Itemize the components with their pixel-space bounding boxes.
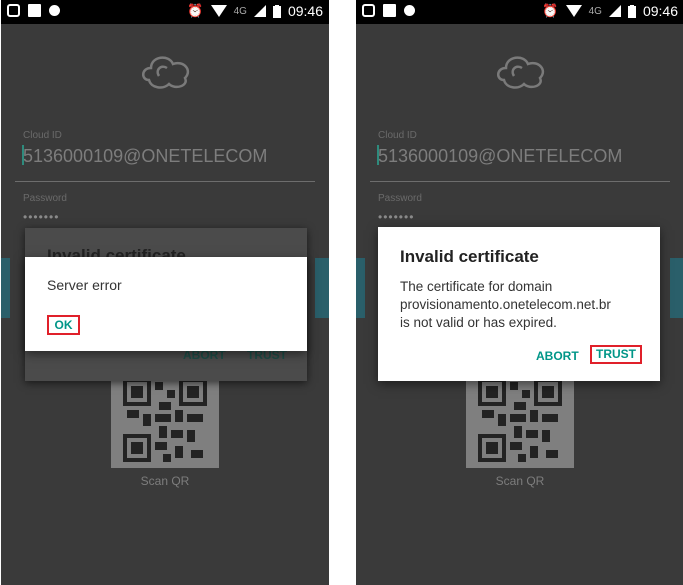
dialog-message: The certificate for domain provisionamen… bbox=[400, 278, 655, 332]
abort-button[interactable]: ABORT bbox=[536, 349, 579, 363]
scan-qr-button[interactable] bbox=[111, 372, 219, 468]
dialog-message-line: is not valid or has expired. bbox=[400, 315, 557, 330]
cloud-id-underline bbox=[370, 181, 670, 182]
signal-icon bbox=[253, 5, 266, 17]
password-field[interactable]: ••••••• bbox=[378, 210, 414, 224]
password-label: Password bbox=[23, 193, 67, 204]
image-icon bbox=[28, 4, 41, 17]
invalid-certificate-dialog: Invalid certificate The certificate for … bbox=[378, 227, 660, 381]
network-type: 4G bbox=[233, 5, 247, 17]
trust-button[interactable]: TRUST bbox=[590, 345, 642, 364]
alarm-icon: ⏰ bbox=[187, 3, 204, 18]
notification-dot-icon bbox=[404, 5, 415, 16]
signal-icon bbox=[608, 5, 621, 17]
scan-qr-button[interactable] bbox=[466, 372, 574, 468]
alarm-icon: ⏰ bbox=[542, 3, 559, 18]
scan-qr-label: Scan QR bbox=[495, 474, 545, 488]
battery-icon bbox=[272, 4, 281, 18]
login-button-edge bbox=[670, 258, 683, 318]
network-type: 4G bbox=[588, 5, 602, 17]
dialog-message-line: provisionamento.onetelecom.net.br bbox=[400, 297, 611, 312]
login-button-edge bbox=[315, 258, 329, 318]
app-logo-icon bbox=[497, 56, 545, 89]
cloud-id-field[interactable]: 5136000109@ONETELECOM bbox=[23, 146, 267, 167]
cloud-id-underline bbox=[15, 181, 315, 182]
scan-qr-label: Scan QR bbox=[140, 474, 190, 488]
ok-button[interactable]: OK bbox=[47, 315, 80, 335]
dialog-title: Invalid certificate bbox=[400, 247, 539, 266]
error-message: Server error bbox=[47, 277, 122, 293]
login-button-edge bbox=[1, 258, 10, 318]
cloud-id-label: Cloud ID bbox=[23, 130, 62, 141]
image-icon bbox=[383, 4, 396, 17]
notification-dot-icon bbox=[49, 5, 60, 16]
qr-code-icon bbox=[478, 378, 562, 462]
password-label: Password bbox=[378, 193, 422, 204]
cloud-id-field[interactable]: 5136000109@ONETELECOM bbox=[378, 146, 622, 167]
cloud-id-label: Cloud ID bbox=[378, 130, 417, 141]
status-bar: ⏰ 4G 09:46 bbox=[356, 0, 683, 24]
qr-code-icon bbox=[123, 378, 207, 462]
wifi-icon bbox=[210, 5, 227, 17]
battery-icon bbox=[627, 4, 636, 18]
clock: 09:46 bbox=[642, 3, 678, 19]
clock: 09:46 bbox=[287, 3, 323, 19]
wifi-icon bbox=[565, 5, 582, 17]
server-error-dialog: Server error OK bbox=[25, 257, 307, 351]
phone-screen-left: ⏰ 4G 09:46 Cloud ID 5136000109@ONETELECO… bbox=[1, 0, 329, 585]
status-bar: ⏰ 4G 09:46 bbox=[1, 0, 329, 24]
screenshot-icon bbox=[7, 4, 20, 17]
login-button-edge bbox=[356, 258, 365, 318]
dialog-message-line: The certificate for domain bbox=[400, 279, 553, 294]
password-field[interactable]: ••••••• bbox=[23, 210, 59, 224]
app-logo-icon bbox=[142, 56, 190, 89]
phone-screen-right: ⏰ 4G 09:46 Cloud ID 5136000109@ONETELECO… bbox=[356, 0, 683, 585]
screenshot-icon bbox=[362, 4, 375, 17]
